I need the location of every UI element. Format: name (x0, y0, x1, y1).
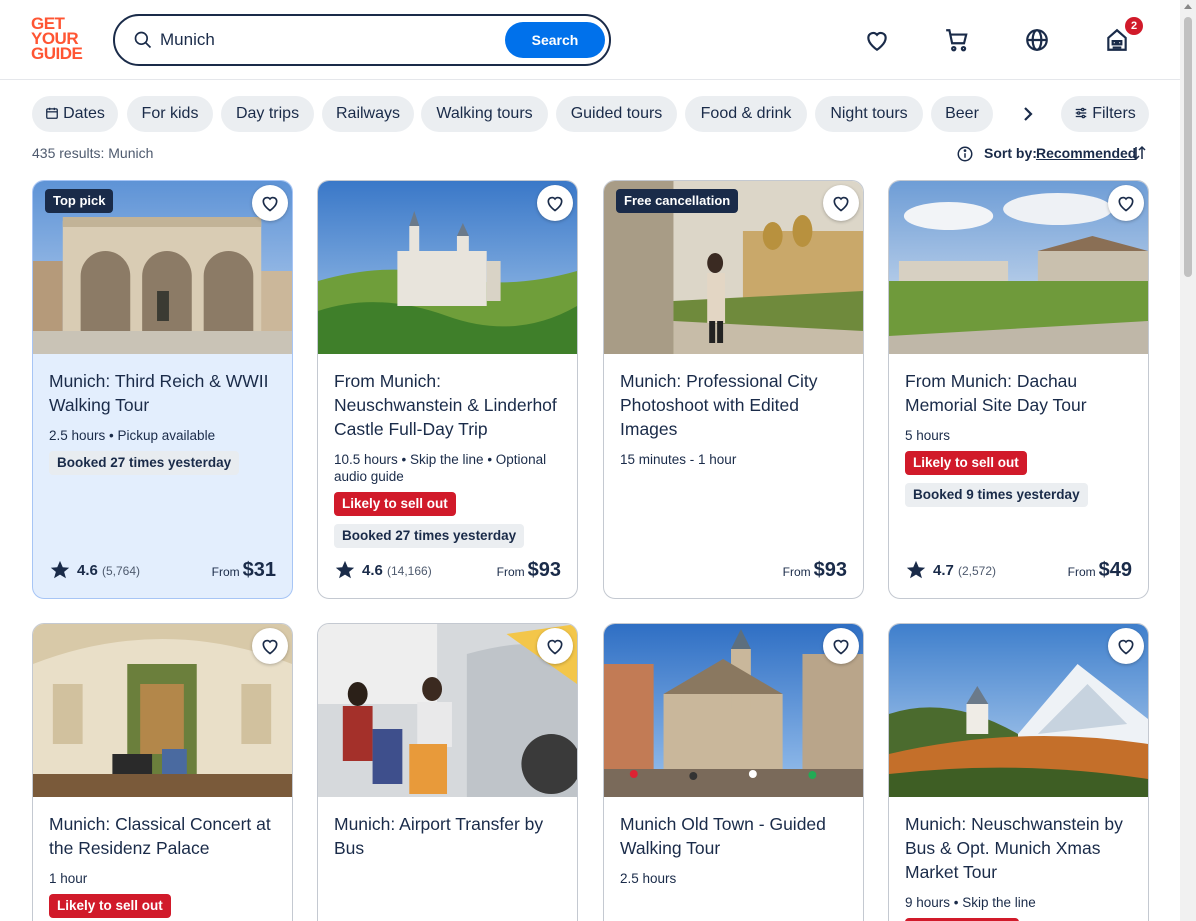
heart-icon (833, 639, 849, 655)
sort-label: Sort by: (984, 145, 1037, 161)
heart-icon (262, 639, 278, 655)
card-meta: 1 hour (49, 871, 88, 886)
heart-icon (262, 196, 278, 212)
card-meta: 2.5 hours (620, 871, 677, 886)
card-title[interactable]: Munich: Airport Transfer by Bus (334, 812, 566, 860)
getyourguide-logo[interactable]: GET YOUR GUIDE (31, 15, 91, 62)
wishlist-button[interactable] (823, 185, 859, 221)
star-icon (335, 560, 355, 579)
chevron-right-icon[interactable] (1016, 102, 1040, 126)
star-icon (906, 560, 926, 579)
chip-day-trips[interactable]: Day trips (221, 96, 314, 132)
activity-card[interactable]: Munich Old Town - Guided Walking Tour 2.… (603, 623, 864, 921)
heart-icon (547, 196, 563, 212)
sell-out-tag: Likely to sell out (334, 492, 456, 516)
wishlist-button[interactable] (252, 628, 288, 664)
wishlist-button[interactable] (823, 628, 859, 664)
card-meta: 15 minutes - 1 hour (620, 452, 737, 467)
card-meta: 5 hours (905, 428, 951, 443)
card-price: From $93 (496, 559, 561, 581)
card-title[interactable]: Munich: Neuschwanstein by Bus & Opt. Mun… (905, 812, 1137, 884)
free-cancellation-badge: Free cancellation (616, 189, 739, 213)
chip-dates[interactable]: Dates (32, 96, 118, 132)
top-pick-badge: Top pick (45, 189, 114, 213)
card-price: From $49 (1067, 559, 1132, 581)
wishlist-button[interactable] (252, 185, 288, 221)
cart-icon[interactable] (944, 27, 970, 53)
card-price: From $31 (211, 559, 276, 581)
activity-card[interactable]: Top pick Munich: Third Reich & WWII Walk… (32, 180, 293, 599)
card-meta: 9 hours • Skip the line (905, 895, 1036, 910)
chip-beer[interactable]: Beer (931, 96, 993, 132)
info-icon[interactable] (956, 145, 974, 163)
wishlist-button[interactable] (1108, 185, 1144, 221)
heart-icon (833, 196, 849, 212)
chip-railways[interactable]: Railways (322, 96, 414, 132)
results-count: 435 results: Munich (32, 145, 154, 161)
sort-value[interactable]: Recommended (1036, 145, 1136, 161)
heart-icon (547, 639, 563, 655)
notification-badge: 2 (1125, 17, 1143, 35)
card-price: From $93 (782, 559, 847, 581)
card-title[interactable]: Munich Old Town - Guided Walking Tour (620, 812, 852, 860)
chip-food-drink[interactable]: Food & drink (685, 96, 807, 132)
booked-tag: Booked 27 times yesterday (49, 451, 240, 475)
chip-for-kids[interactable]: For kids (127, 96, 213, 132)
card-title[interactable]: From Munich: Neuschwanstein & Linderhof … (334, 369, 566, 441)
chip-guided-tours[interactable]: Guided tours (556, 96, 677, 132)
activity-card[interactable]: Munich: Classical Concert at the Residen… (32, 623, 293, 921)
card-meta: 10.5 hours • Skip the line • Optional au… (334, 452, 547, 484)
booked-tag: Booked 9 times yesterday (905, 483, 1088, 507)
activity-card[interactable]: Free cancellation Munich: Professional C… (603, 180, 864, 599)
globe-icon[interactable] (1024, 27, 1050, 53)
wishlist-button[interactable] (1108, 628, 1144, 664)
activity-card[interactable]: From Munich: Dachau Memorial Site Day To… (888, 180, 1149, 599)
heart-icon (1118, 196, 1134, 212)
booked-tag: Booked 27 times yesterday (334, 524, 525, 548)
calendar-icon (46, 107, 58, 119)
star-icon (50, 560, 70, 579)
chip-night-tours[interactable]: Night tours (815, 96, 923, 132)
search-bar: Search (113, 14, 611, 66)
page-scrollbar[interactable] (1180, 0, 1196, 921)
heart-icon (1118, 639, 1134, 655)
card-title[interactable]: Munich: Third Reich & WWII Walking Tour (49, 369, 281, 417)
site-header: GET YOUR GUIDE Search 2 (0, 0, 1180, 80)
activity-card[interactable]: Munich: Airport Transfer by Bus (317, 623, 578, 921)
scroll-up-arrow[interactable] (1184, 4, 1192, 9)
sell-out-tag: Likely to sell out (905, 451, 1027, 475)
search-icon (134, 31, 152, 49)
card-title[interactable]: Munich: Classical Concert at the Residen… (49, 812, 281, 860)
card-meta: 2.5 hours • Pickup available (49, 428, 216, 443)
filters-button[interactable]: Filters (1061, 96, 1149, 132)
wishlist-button[interactable] (537, 185, 573, 221)
chip-walking-tours[interactable]: Walking tours (421, 96, 548, 132)
sort-control[interactable]: Sort by: Recommended (956, 143, 1151, 165)
activity-card[interactable]: From Munich: Neuschwanstein & Linderhof … (317, 180, 578, 599)
heart-icon[interactable] (864, 27, 890, 53)
card-title[interactable]: From Munich: Dachau Memorial Site Day To… (905, 369, 1137, 417)
sort-arrows-icon[interactable] (1130, 144, 1148, 162)
card-title[interactable]: Munich: Professional City Photoshoot wit… (620, 369, 852, 441)
scroll-thumb[interactable] (1184, 17, 1192, 277)
sell-out-tag: Likely to sell out (49, 894, 171, 918)
wishlist-button[interactable] (537, 628, 573, 664)
category-chips: Dates For kids Day trips Railways Walkin… (32, 96, 1032, 132)
search-button[interactable]: Search (505, 22, 605, 58)
activity-card[interactable]: Munich: Neuschwanstein by Bus & Opt. Mun… (888, 623, 1149, 921)
sliders-icon (1075, 107, 1087, 119)
search-input[interactable] (160, 28, 500, 52)
